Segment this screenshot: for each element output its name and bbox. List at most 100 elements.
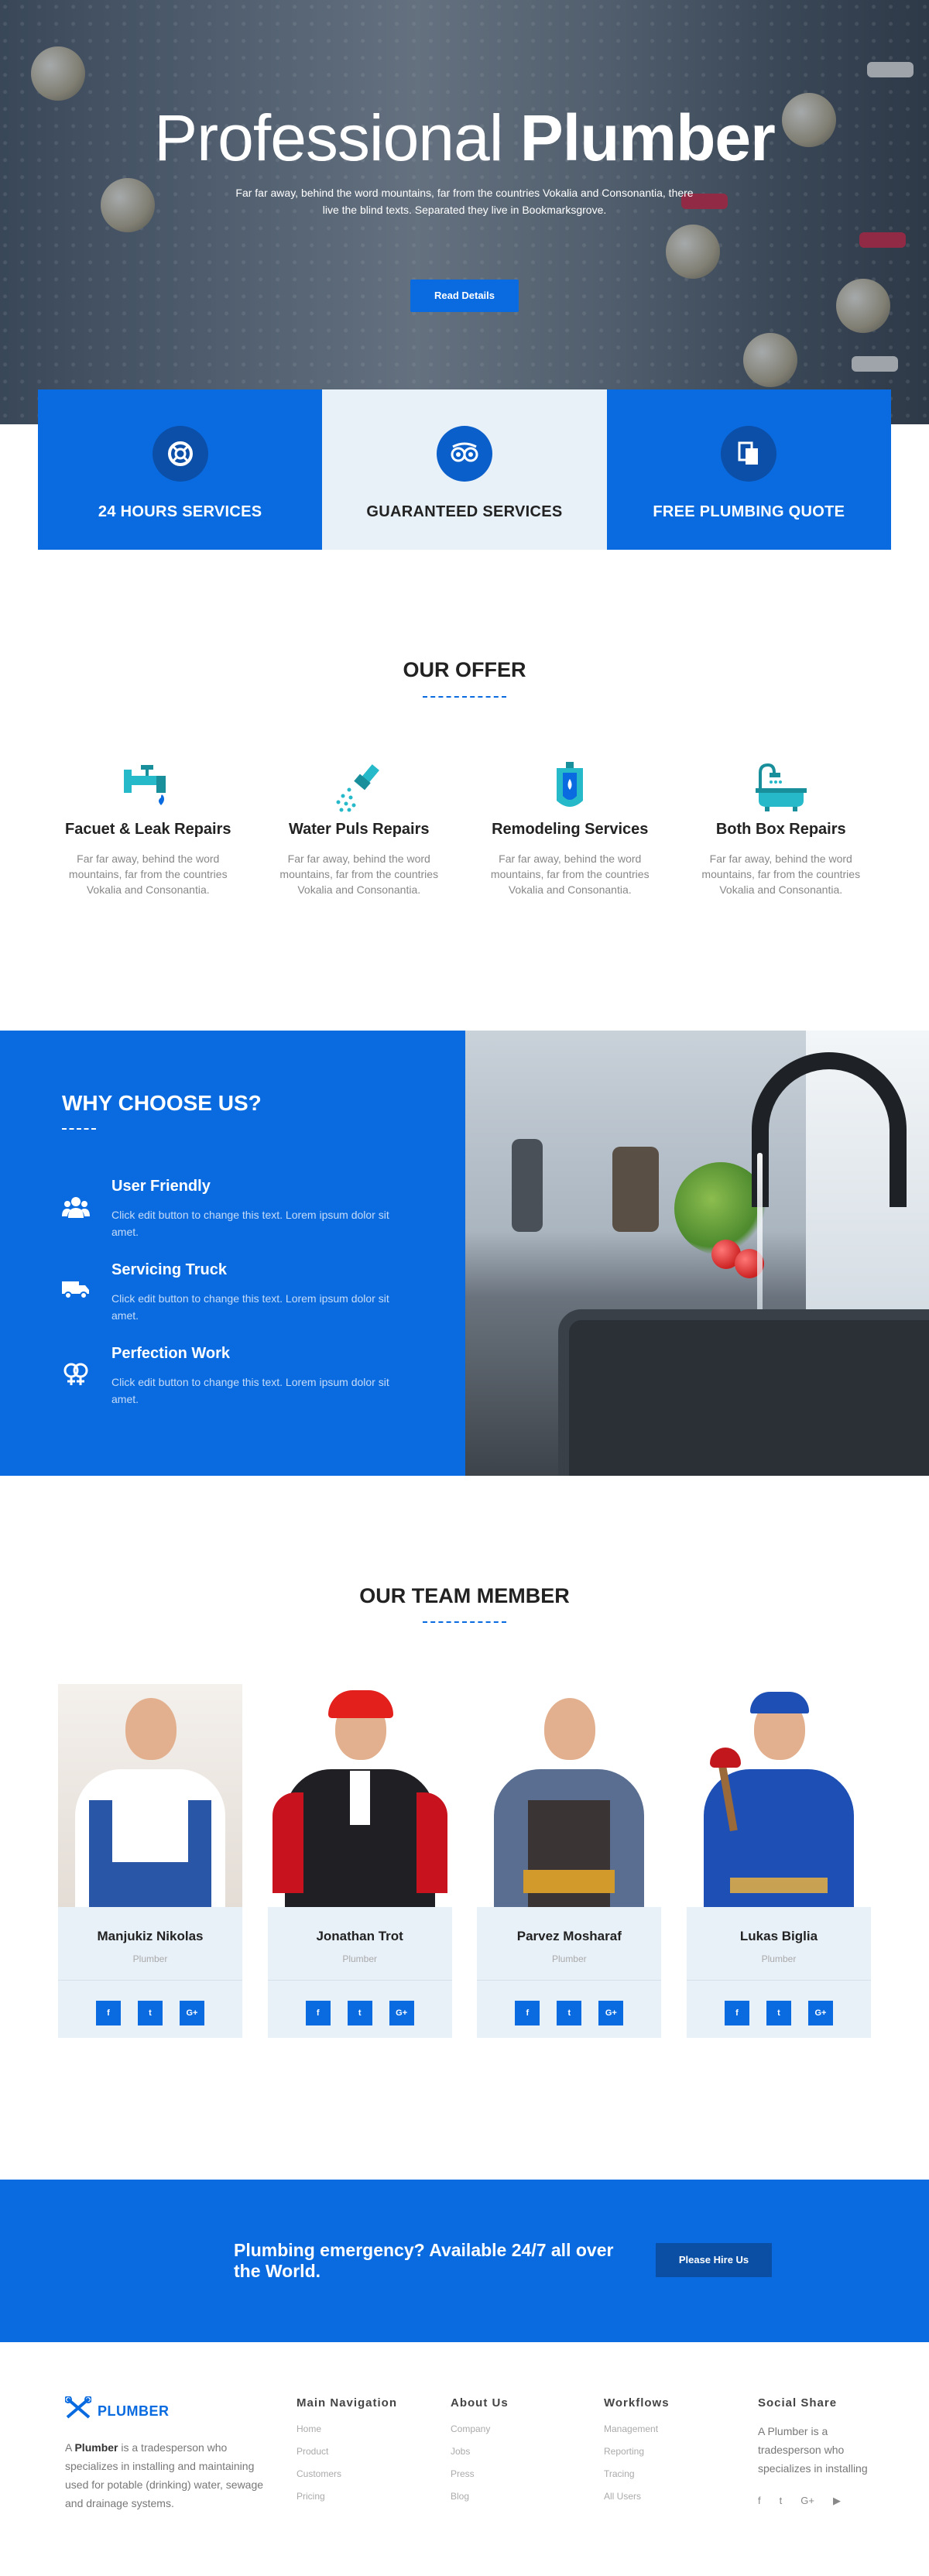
twitter-icon[interactable]: t	[557, 2001, 582, 2025]
hero-subtitle: Far far away, behind the word mountains,…	[235, 187, 694, 216]
why-choose-section: WHY CHOOSE US? User Friendly Click edit …	[0, 1031, 465, 1476]
why-item-title: Perfection Work	[111, 1345, 230, 1362]
shirt	[349, 1771, 370, 1825]
footer-link[interactable]: Jobs	[451, 2446, 574, 2468]
footer-link[interactable]: Blog	[451, 2491, 574, 2513]
google-plus-icon[interactable]: G+	[800, 2495, 814, 2507]
footer-about: A Plumber is a tradesperson who speciali…	[65, 2441, 264, 2509]
facebook-icon[interactable]: f	[758, 2495, 761, 2507]
facebook-icon[interactable]: f	[305, 2001, 331, 2025]
team-list: Manjukiz Nikolas Plumber f t G+ Jonathan…	[58, 1684, 871, 2038]
lifebuoy-icon	[152, 426, 208, 482]
truck-icon	[62, 1278, 89, 1305]
member-name: Lukas Biglia	[739, 1929, 818, 1943]
why-item-text: Click edit button to change this text. L…	[111, 1292, 389, 1322]
title-underline	[423, 696, 506, 698]
twitter-icon[interactable]: t	[766, 2001, 791, 2025]
offer-item: Both Box Repairs Far far away, behind th…	[676, 759, 887, 897]
services-strip: 24 HOURS SERVICES GUARANTEED SERVICES FR…	[38, 389, 891, 550]
team-member-card: Parvez Mosharaf Plumber f t G+	[477, 1684, 662, 2038]
cape	[416, 1792, 447, 1893]
footer-link[interactable]: Reporting	[604, 2446, 728, 2468]
plunger-cup	[709, 1748, 741, 1768]
why-item: User Friendly Click edit button to chang…	[62, 1178, 426, 1240]
footer-link[interactable]: Company	[451, 2423, 574, 2446]
hire-us-button[interactable]: Please Hire Us	[656, 2243, 772, 2277]
logo-text: PLUMBER	[98, 2403, 170, 2419]
title-underline	[423, 1621, 506, 1623]
service-free-quote[interactable]: FREE PLUMBING QUOTE	[606, 389, 891, 550]
why-item-text: Click edit button to change this text. L…	[111, 1209, 389, 1238]
cta-banner: Plumbing emergency? Available 24/7 all o…	[0, 2180, 929, 2342]
twitter-icon[interactable]: t	[347, 2001, 372, 2025]
bathtub-icon	[676, 759, 887, 813]
offer-text: Far far away, behind the word mountains,…	[279, 852, 439, 896]
service-label: GUARANTEED SERVICES	[366, 503, 563, 520]
member-role: Plumber	[761, 1953, 797, 1964]
google-plus-icon[interactable]: G+	[598, 2001, 624, 2025]
water-heater-icon	[464, 759, 676, 813]
footer-link[interactable]: Customers	[297, 2468, 420, 2491]
footer-column-title: Social Share	[758, 2396, 838, 2410]
faucet-spout	[752, 1130, 769, 1153]
footer-column-workflows: Workflows Management Reporting Tracing A…	[604, 2396, 728, 2513]
twitter-icon[interactable]: t	[780, 2495, 783, 2507]
why-item: Perfection Work Click edit button to cha…	[62, 1345, 426, 1408]
facebook-icon[interactable]: f	[515, 2001, 540, 2025]
offer-title: OUR OFFER	[403, 658, 526, 681]
why-item-title: Servicing Truck	[111, 1261, 227, 1278]
youtube-icon[interactable]: ▶	[833, 2495, 841, 2507]
sink-basin	[558, 1309, 929, 1476]
why-item-title: User Friendly	[111, 1178, 211, 1195]
hero-section: Professional Plumber Far far away, behin…	[0, 0, 929, 424]
jar	[512, 1139, 543, 1232]
offer-item: Facuet & Leak Repairs Far far away, behi…	[43, 759, 254, 897]
facebook-icon[interactable]: f	[724, 2001, 749, 2025]
why-item-text: Click edit button to change this text. L…	[111, 1376, 389, 1405]
team-title: OUR TEAM MEMBER	[359, 1584, 570, 1607]
footer-logo[interactable]: PLUMBER	[64, 2396, 170, 2426]
team-member-card: Lukas Biglia Plumber f t G+	[686, 1684, 871, 2038]
footer-column-social: Social Share A Plumber is a tradesperson…	[758, 2396, 882, 2507]
footer-column-about: About Us Company Jobs Press Blog	[451, 2396, 574, 2513]
service-label: 24 HOURS SERVICES	[98, 503, 262, 520]
title-underline	[62, 1128, 96, 1130]
read-details-button[interactable]: Read Details	[410, 280, 519, 312]
footer-column-main-nav: Main Navigation Home Product Customers P…	[297, 2396, 420, 2513]
google-plus-icon[interactable]: G+	[807, 2001, 833, 2025]
offer-title: Facuet & Leak Repairs	[64, 821, 231, 838]
footer-column-title: Main Navigation	[297, 2396, 398, 2410]
facebook-icon[interactable]: f	[96, 2001, 121, 2025]
photo-head	[544, 1698, 596, 1760]
team-member-card: Manjukiz Nikolas Plumber f t G+	[58, 1684, 242, 2038]
footer-link[interactable]: All Users	[604, 2491, 728, 2513]
google-plus-icon[interactable]: G+	[389, 2001, 414, 2025]
google-plus-icon[interactable]: G+	[180, 2001, 204, 2025]
member-photo	[477, 1684, 662, 1907]
users-icon	[62, 1195, 90, 1221]
member-socials: f t G+	[687, 1981, 871, 2038]
member-name: Manjukiz Nikolas	[97, 1929, 204, 1943]
footer-column-title: Workflows	[604, 2396, 670, 2410]
footer-link[interactable]: Tracing	[604, 2468, 728, 2491]
member-role: Plumber	[132, 1953, 168, 1964]
why-title: WHY CHOOSE US?	[62, 1091, 262, 1115]
hard-hat	[327, 1690, 393, 1718]
service-guaranteed[interactable]: GUARANTEED SERVICES	[322, 389, 607, 550]
photo-head	[125, 1698, 177, 1760]
footer-social-icons: f t G+ ▶	[758, 2495, 882, 2507]
jar	[612, 1147, 659, 1232]
footer-link[interactable]: Pricing	[297, 2491, 420, 2513]
footer-link[interactable]: Management	[604, 2423, 728, 2446]
hero-title: Professional Plumber	[154, 101, 776, 174]
member-role: Plumber	[342, 1953, 377, 1964]
member-role: Plumber	[551, 1953, 587, 1964]
member-photo	[58, 1684, 242, 1907]
footer-link[interactable]: Press	[451, 2468, 574, 2491]
footer-link[interactable]: Home	[297, 2423, 420, 2446]
twitter-icon[interactable]: t	[138, 2001, 163, 2025]
footer-link[interactable]: Product	[297, 2446, 420, 2468]
service-label: FREE PLUMBING QUOTE	[653, 503, 845, 520]
service-24-hours[interactable]: 24 HOURS SERVICES	[38, 389, 323, 550]
owl-eyes-icon	[436, 426, 492, 482]
